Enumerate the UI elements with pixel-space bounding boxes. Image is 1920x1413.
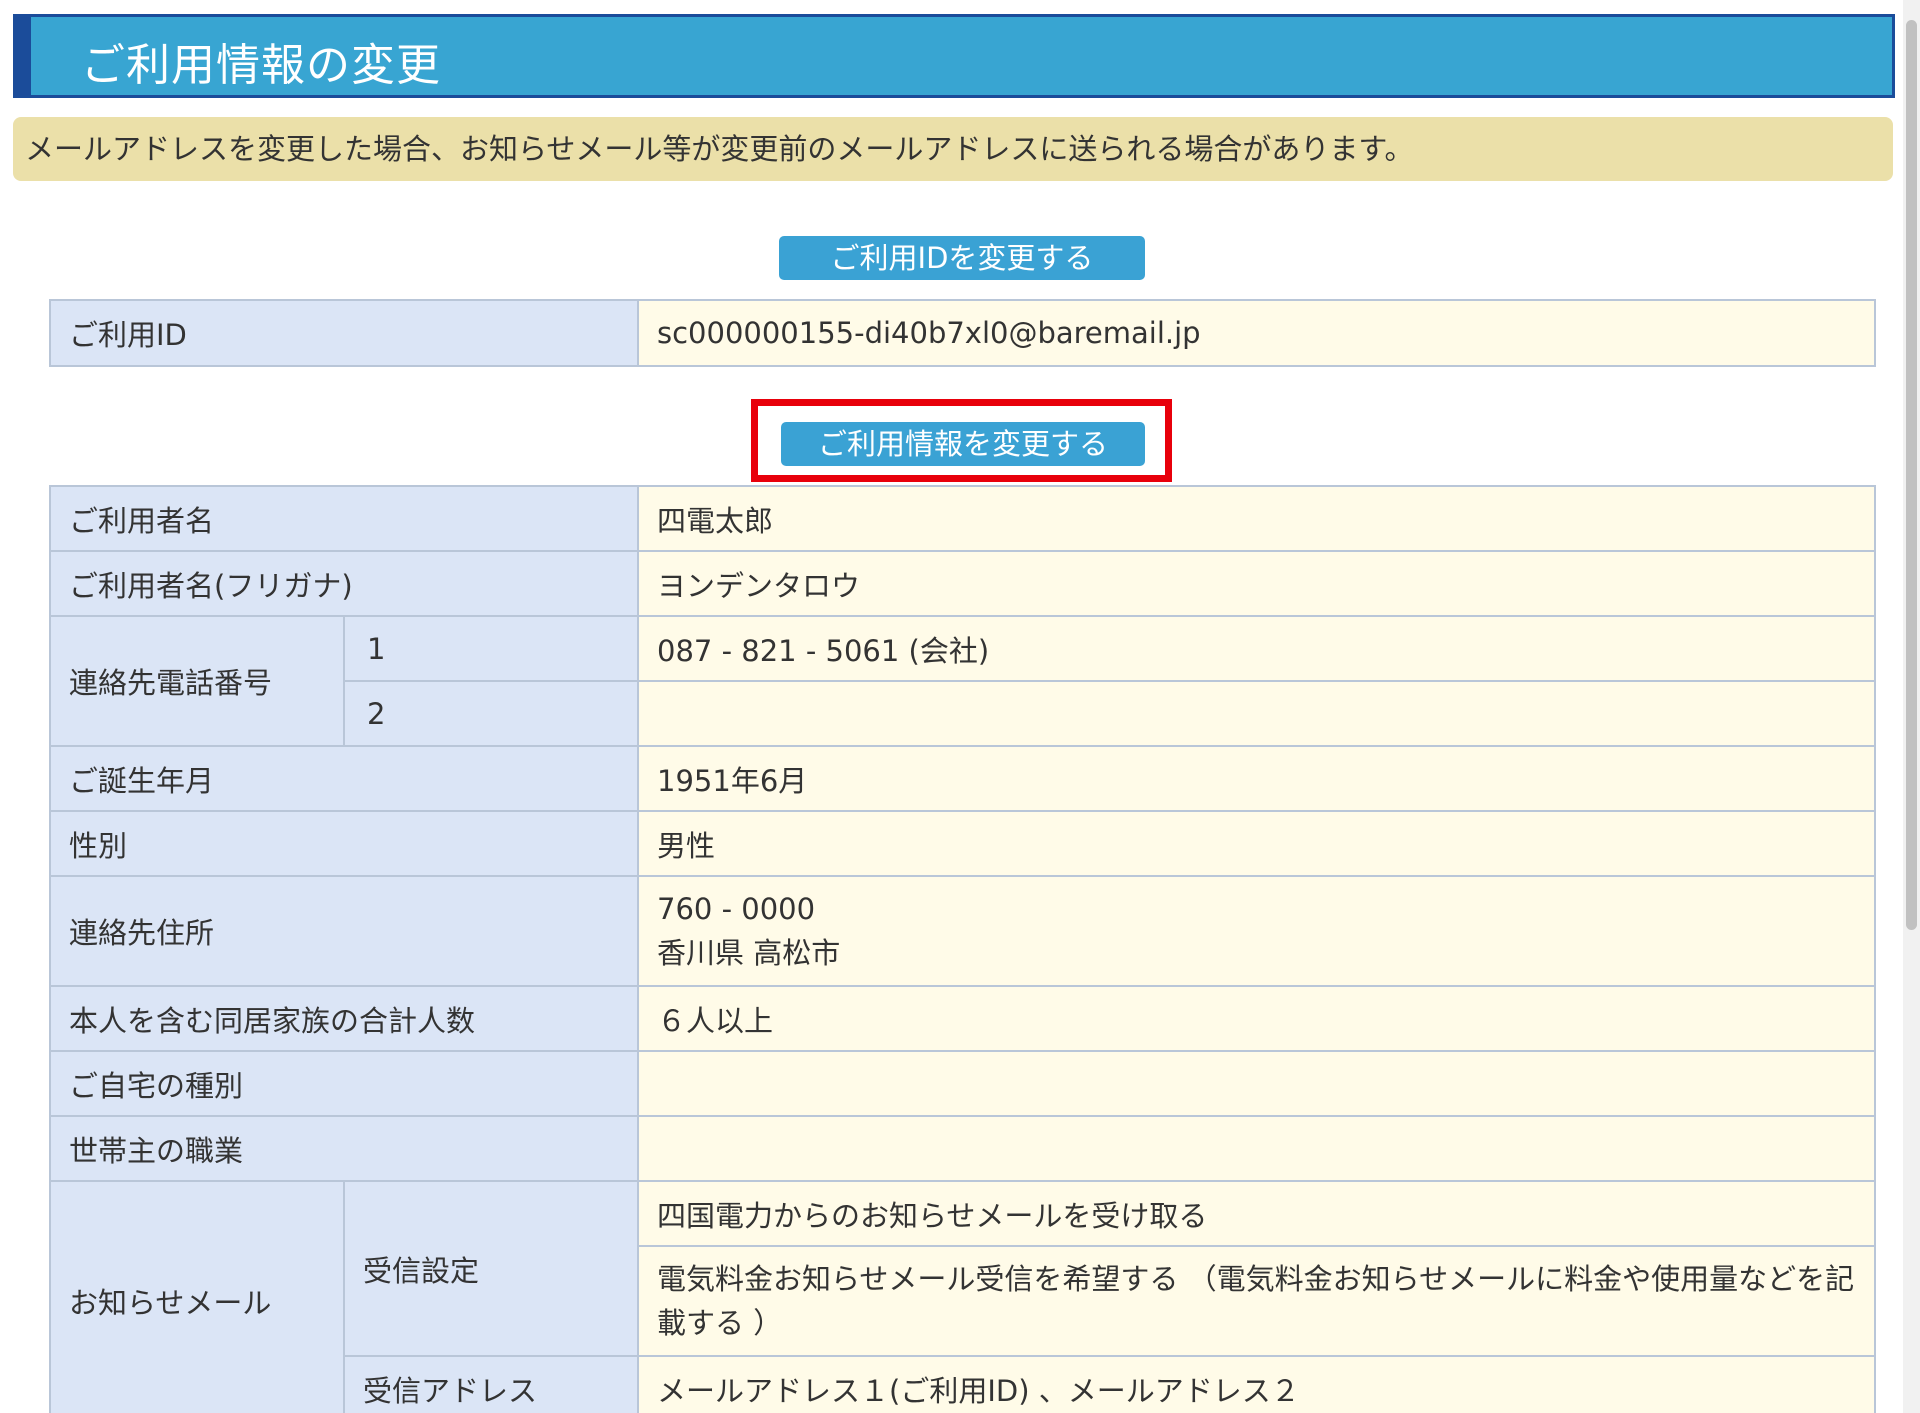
name-value: 四電太郎 — [637, 485, 1877, 552]
table-row: ご自宅の種別 — [48, 1050, 1877, 1117]
mail-receive-1: 四国電力からのお知らせメールを受け取る — [637, 1180, 1877, 1247]
notice-banner: メールアドレスを変更した場合、お知らせメール等が変更前のメールアドレスに送られる… — [13, 117, 1893, 181]
user-info-table: ご利用者名 四電太郎 ご利用者名(フリガナ) ヨンデンタロウ 連絡先電話番号 1… — [48, 485, 1877, 1413]
name-label: ご利用者名 — [48, 485, 640, 552]
page-header: ご利用情報の変更 — [13, 14, 1895, 98]
table-row: ご誕生年月 1951年6月 — [48, 745, 1877, 812]
address-label: 連絡先住所 — [48, 875, 640, 987]
mail-receive-label: 受信設定 — [342, 1180, 640, 1357]
address-postal: 760 - 0000 — [657, 892, 816, 926]
table-row: 連絡先住所 760 - 0000 香川県 高松市 — [48, 875, 1877, 987]
table-row: 世帯主の職業 — [48, 1115, 1877, 1182]
furigana-label: ご利用者名(フリガナ) — [48, 550, 640, 617]
phone-label: 連絡先電話番号 — [49, 615, 345, 747]
vertical-scrollbar[interactable] — [1903, 0, 1920, 1413]
phone-2-value — [637, 680, 1877, 747]
phone-1-value: 087 - 821 - 5061 (会社) — [637, 615, 1877, 682]
birth-value: 1951年6月 — [637, 745, 1877, 812]
occupation-value — [637, 1115, 1877, 1182]
user-id-label: ご利用ID — [49, 299, 639, 367]
address-city: 香川県 高松市 — [657, 936, 841, 970]
mail-receive-2: 電気料金お知らせメール受信を希望する （電気料金お知らせメールに料金や使用量など… — [637, 1245, 1877, 1357]
phone-1-num: 1 — [342, 615, 640, 682]
address-value: 760 - 0000 香川県 高松市 — [637, 875, 1877, 987]
household-label: 本人を含む同居家族の合計人数 — [48, 985, 640, 1052]
occupation-label: 世帯主の職業 — [48, 1115, 640, 1182]
furigana-value: ヨンデンタロウ — [637, 550, 1877, 617]
user-id-value: sc000000155-di40b7xl0@baremail.jp — [637, 299, 1876, 367]
table-row: ご利用者名(フリガナ) ヨンデンタロウ — [48, 550, 1877, 617]
table-row: 本人を含む同居家族の合計人数 ６人以上 — [48, 985, 1877, 1052]
table-row: お知らせメール 受信設定 四国電力からのお知らせメールを受け取る — [49, 1180, 1877, 1413]
mail-address-value: メールアドレス１(ご利用ID) 、メールアドレス２ — [637, 1355, 1877, 1413]
table-row: 性別 男性 — [48, 810, 1877, 877]
mail-label: お知らせメール — [49, 1180, 345, 1413]
change-id-button[interactable]: ご利用IDを変更する — [779, 236, 1145, 280]
table-row: ご利用ID sc000000155-di40b7xl0@baremail.jp — [49, 299, 1876, 367]
home-type-label: ご自宅の種別 — [48, 1050, 640, 1117]
page-title: ご利用情報の変更 — [81, 40, 441, 91]
phone-2-num: 2 — [342, 680, 640, 747]
mail-address-label: 受信アドレス — [342, 1355, 640, 1413]
home-type-value — [637, 1050, 1877, 1117]
household-value: ６人以上 — [637, 985, 1877, 1052]
birth-label: ご誕生年月 — [48, 745, 640, 812]
gender-value: 男性 — [637, 810, 1877, 877]
table-row: 連絡先電話番号 1 087 - 821 - 5061 (会社) — [49, 615, 1877, 747]
gender-label: 性別 — [48, 810, 640, 877]
change-info-button[interactable]: ご利用情報を変更する — [781, 422, 1145, 466]
user-id-table: ご利用ID sc000000155-di40b7xl0@baremail.jp — [49, 299, 1876, 367]
table-row: ご利用者名 四電太郎 — [48, 485, 1877, 552]
scrollbar-thumb[interactable] — [1906, 20, 1917, 930]
